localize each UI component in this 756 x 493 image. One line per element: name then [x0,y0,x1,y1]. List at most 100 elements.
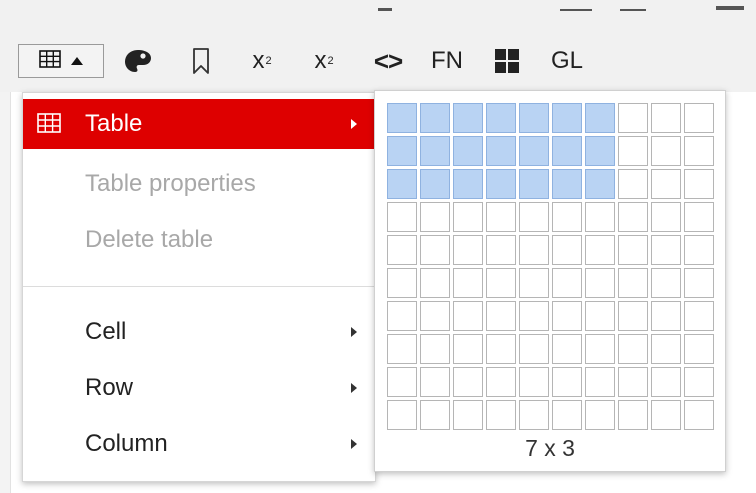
grid-cell[interactable] [651,400,681,430]
grid-cell[interactable] [651,334,681,364]
grid-cell[interactable] [684,202,714,232]
grid-cell[interactable] [486,202,516,232]
grid-cell[interactable] [651,202,681,232]
grid-cell[interactable] [618,367,648,397]
grid-cell[interactable] [552,400,582,430]
grid-cell[interactable] [585,136,615,166]
grid-cell[interactable] [585,169,615,199]
grid-cell[interactable] [486,268,516,298]
grid-cell[interactable] [387,400,417,430]
grid-cell[interactable] [618,400,648,430]
grid-blocks-icon[interactable] [490,44,524,78]
grid-cell[interactable] [519,235,549,265]
grid-cell[interactable] [420,202,450,232]
grid-cell[interactable] [585,103,615,133]
grid-cell[interactable] [486,367,516,397]
grid-cell[interactable] [552,136,582,166]
grid-cell[interactable] [420,334,450,364]
grid-cell[interactable] [618,235,648,265]
grid-cell[interactable] [519,301,549,331]
grid-cell[interactable] [618,169,648,199]
grid-cell[interactable] [585,268,615,298]
grid-cell[interactable] [684,103,714,133]
grid-cell[interactable] [420,169,450,199]
grid-cell[interactable] [618,301,648,331]
grid-cell[interactable] [684,334,714,364]
grid-cell[interactable] [585,301,615,331]
grid-cell[interactable] [387,103,417,133]
grid-cell[interactable] [387,367,417,397]
grid-cell[interactable] [618,136,648,166]
grid-cell[interactable] [486,235,516,265]
grid-cell[interactable] [453,334,483,364]
grid-cell[interactable] [453,400,483,430]
grid-cell[interactable] [684,400,714,430]
grid-cell[interactable] [552,334,582,364]
grid-cell[interactable] [585,400,615,430]
subscript-button[interactable]: x2 [306,44,342,78]
grid-cell[interactable] [684,169,714,199]
grid-cell[interactable] [519,169,549,199]
grid-cell[interactable] [486,400,516,430]
menu-item-delete-table[interactable]: Delete table [23,215,375,265]
grid-cell[interactable] [420,367,450,397]
table-menu-button[interactable] [18,44,104,78]
grid-cell[interactable] [453,367,483,397]
menu-item-cell[interactable]: Cell [23,307,375,357]
footnote-button[interactable]: FN [426,44,468,78]
grid-cell[interactable] [453,103,483,133]
grid-cell[interactable] [651,169,681,199]
grid-cell[interactable] [420,103,450,133]
grid-cell[interactable] [420,136,450,166]
grid-cell[interactable] [387,301,417,331]
grid-cell[interactable] [453,169,483,199]
grid-cell[interactable] [453,268,483,298]
grid-cell[interactable] [552,301,582,331]
menu-item-table-properties[interactable]: Table properties [23,159,375,209]
grid-cell[interactable] [552,235,582,265]
grid-cell[interactable] [618,268,648,298]
grid-cell[interactable] [453,235,483,265]
bookmark-icon[interactable] [186,44,216,78]
grid-cell[interactable] [585,202,615,232]
menu-item-column[interactable]: Column [23,419,375,469]
palette-icon[interactable] [120,44,156,78]
grid-cell[interactable] [552,103,582,133]
grid-cell[interactable] [585,334,615,364]
grid-cell[interactable] [651,235,681,265]
grid-cell[interactable] [519,367,549,397]
grid-cell[interactable] [519,202,549,232]
grid-cell[interactable] [453,136,483,166]
grid-cell[interactable] [552,268,582,298]
grid-cell[interactable] [420,235,450,265]
grid-cell[interactable] [684,235,714,265]
grid-cell[interactable] [387,202,417,232]
menu-item-table[interactable]: Table [23,99,375,149]
grid-cell[interactable] [387,334,417,364]
grid-cell[interactable] [585,235,615,265]
grid-cell[interactable] [486,103,516,133]
grid-cell[interactable] [651,268,681,298]
grid-cell[interactable] [684,268,714,298]
grid-cell[interactable] [420,400,450,430]
grid-cell[interactable] [618,334,648,364]
grid-cell[interactable] [585,367,615,397]
grid-cell[interactable] [453,301,483,331]
grid-cell[interactable] [618,103,648,133]
grid-cell[interactable] [552,169,582,199]
grid-cell[interactable] [486,301,516,331]
grid-cell[interactable] [486,334,516,364]
grid-cell[interactable] [552,367,582,397]
grid-cell[interactable] [651,136,681,166]
grid-cell[interactable] [519,268,549,298]
grid-cell[interactable] [684,367,714,397]
grid-cell[interactable] [651,301,681,331]
grid-cell[interactable] [651,103,681,133]
grid-cell[interactable] [453,202,483,232]
grid-cell[interactable] [519,400,549,430]
grid-cell[interactable] [387,235,417,265]
grid-cell[interactable] [420,268,450,298]
grid-cell[interactable] [387,169,417,199]
grid-cell[interactable] [420,301,450,331]
code-button[interactable]: <> [368,44,408,78]
